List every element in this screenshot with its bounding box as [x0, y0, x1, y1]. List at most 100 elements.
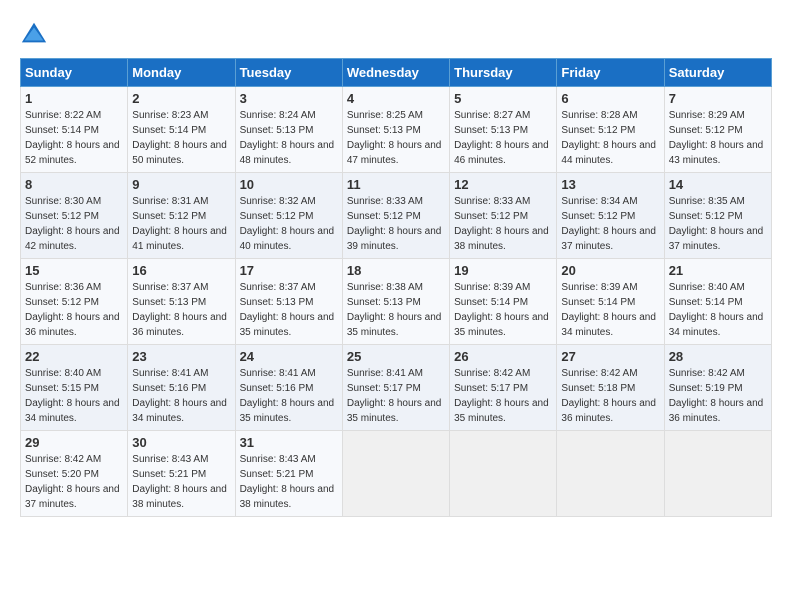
table-row: 20 Sunrise: 8:39 AM Sunset: 5:14 PM Dayl…	[557, 259, 664, 345]
sunset: Sunset: 5:12 PM	[454, 211, 528, 222]
daylight: Daylight: 8 hours and 36 minutes.	[132, 312, 227, 338]
calendar-header-row: Sunday Monday Tuesday Wednesday Thursday…	[21, 59, 772, 87]
sunset: Sunset: 5:12 PM	[25, 211, 99, 222]
table-row: 9 Sunrise: 8:31 AM Sunset: 5:12 PM Dayli…	[128, 173, 235, 259]
daylight: Daylight: 8 hours and 47 minutes.	[347, 140, 442, 166]
sunrise: Sunrise: 8:25 AM	[347, 110, 423, 121]
daylight: Daylight: 8 hours and 37 minutes.	[669, 226, 764, 252]
sunset: Sunset: 5:12 PM	[669, 125, 743, 136]
daylight: Daylight: 8 hours and 37 minutes.	[25, 484, 120, 510]
table-row	[557, 431, 664, 517]
sunset: Sunset: 5:12 PM	[25, 297, 99, 308]
daylight: Daylight: 8 hours and 39 minutes.	[347, 226, 442, 252]
sunrise: Sunrise: 8:29 AM	[669, 110, 745, 121]
sunrise: Sunrise: 8:35 AM	[669, 196, 745, 207]
daylight: Daylight: 8 hours and 36 minutes.	[561, 398, 656, 424]
table-row: 25 Sunrise: 8:41 AM Sunset: 5:17 PM Dayl…	[342, 345, 449, 431]
day-number: 28	[669, 349, 767, 364]
day-number: 17	[240, 263, 338, 278]
table-row: 15 Sunrise: 8:36 AM Sunset: 5:12 PM Dayl…	[21, 259, 128, 345]
table-row: 11 Sunrise: 8:33 AM Sunset: 5:12 PM Dayl…	[342, 173, 449, 259]
day-number: 18	[347, 263, 445, 278]
sunrise: Sunrise: 8:34 AM	[561, 196, 637, 207]
day-number: 13	[561, 177, 659, 192]
sunset: Sunset: 5:13 PM	[347, 297, 421, 308]
table-row: 21 Sunrise: 8:40 AM Sunset: 5:14 PM Dayl…	[664, 259, 771, 345]
day-number: 3	[240, 91, 338, 106]
sunset: Sunset: 5:17 PM	[454, 383, 528, 394]
daylight: Daylight: 8 hours and 38 minutes.	[240, 484, 335, 510]
sunrise: Sunrise: 8:38 AM	[347, 282, 423, 293]
sunset: Sunset: 5:13 PM	[347, 125, 421, 136]
sunset: Sunset: 5:14 PM	[25, 125, 99, 136]
day-number: 1	[25, 91, 123, 106]
col-sunday: Sunday	[21, 59, 128, 87]
sunset: Sunset: 5:13 PM	[454, 125, 528, 136]
daylight: Daylight: 8 hours and 37 minutes.	[561, 226, 656, 252]
day-number: 4	[347, 91, 445, 106]
table-row: 10 Sunrise: 8:32 AM Sunset: 5:12 PM Dayl…	[235, 173, 342, 259]
table-row: 17 Sunrise: 8:37 AM Sunset: 5:13 PM Dayl…	[235, 259, 342, 345]
sunrise: Sunrise: 8:37 AM	[240, 282, 316, 293]
daylight: Daylight: 8 hours and 50 minutes.	[132, 140, 227, 166]
day-number: 7	[669, 91, 767, 106]
daylight: Daylight: 8 hours and 38 minutes.	[132, 484, 227, 510]
day-number: 27	[561, 349, 659, 364]
table-row: 29 Sunrise: 8:42 AM Sunset: 5:20 PM Dayl…	[21, 431, 128, 517]
sunset: Sunset: 5:16 PM	[132, 383, 206, 394]
sunset: Sunset: 5:18 PM	[561, 383, 635, 394]
day-number: 5	[454, 91, 552, 106]
daylight: Daylight: 8 hours and 35 minutes.	[454, 398, 549, 424]
sunrise: Sunrise: 8:24 AM	[240, 110, 316, 121]
day-number: 19	[454, 263, 552, 278]
daylight: Daylight: 8 hours and 35 minutes.	[240, 398, 335, 424]
page-header	[20, 20, 772, 48]
daylight: Daylight: 8 hours and 36 minutes.	[25, 312, 120, 338]
sunset: Sunset: 5:20 PM	[25, 469, 99, 480]
calendar-week-row: 22 Sunrise: 8:40 AM Sunset: 5:15 PM Dayl…	[21, 345, 772, 431]
table-row	[342, 431, 449, 517]
table-row: 24 Sunrise: 8:41 AM Sunset: 5:16 PM Dayl…	[235, 345, 342, 431]
sunrise: Sunrise: 8:39 AM	[454, 282, 530, 293]
table-row: 6 Sunrise: 8:28 AM Sunset: 5:12 PM Dayli…	[557, 87, 664, 173]
sunrise: Sunrise: 8:22 AM	[25, 110, 101, 121]
daylight: Daylight: 8 hours and 34 minutes.	[25, 398, 120, 424]
sunrise: Sunrise: 8:27 AM	[454, 110, 530, 121]
sunset: Sunset: 5:13 PM	[240, 125, 314, 136]
day-number: 8	[25, 177, 123, 192]
sunset: Sunset: 5:12 PM	[240, 211, 314, 222]
col-saturday: Saturday	[664, 59, 771, 87]
sunset: Sunset: 5:12 PM	[132, 211, 206, 222]
sunrise: Sunrise: 8:39 AM	[561, 282, 637, 293]
daylight: Daylight: 8 hours and 44 minutes.	[561, 140, 656, 166]
day-number: 25	[347, 349, 445, 364]
sunset: Sunset: 5:14 PM	[669, 297, 743, 308]
sunrise: Sunrise: 8:40 AM	[669, 282, 745, 293]
sunset: Sunset: 5:19 PM	[669, 383, 743, 394]
table-row: 2 Sunrise: 8:23 AM Sunset: 5:14 PM Dayli…	[128, 87, 235, 173]
daylight: Daylight: 8 hours and 34 minutes.	[132, 398, 227, 424]
table-row	[450, 431, 557, 517]
table-row: 23 Sunrise: 8:41 AM Sunset: 5:16 PM Dayl…	[128, 345, 235, 431]
sunset: Sunset: 5:12 PM	[561, 125, 635, 136]
sunrise: Sunrise: 8:30 AM	[25, 196, 101, 207]
sunrise: Sunrise: 8:42 AM	[561, 368, 637, 379]
daylight: Daylight: 8 hours and 48 minutes.	[240, 140, 335, 166]
calendar-week-row: 1 Sunrise: 8:22 AM Sunset: 5:14 PM Dayli…	[21, 87, 772, 173]
sunrise: Sunrise: 8:37 AM	[132, 282, 208, 293]
day-number: 2	[132, 91, 230, 106]
sunrise: Sunrise: 8:36 AM	[25, 282, 101, 293]
calendar-table: Sunday Monday Tuesday Wednesday Thursday…	[20, 58, 772, 517]
sunset: Sunset: 5:21 PM	[240, 469, 314, 480]
sunrise: Sunrise: 8:28 AM	[561, 110, 637, 121]
day-number: 30	[132, 435, 230, 450]
sunset: Sunset: 5:14 PM	[561, 297, 635, 308]
col-tuesday: Tuesday	[235, 59, 342, 87]
col-wednesday: Wednesday	[342, 59, 449, 87]
calendar-week-row: 29 Sunrise: 8:42 AM Sunset: 5:20 PM Dayl…	[21, 431, 772, 517]
day-number: 23	[132, 349, 230, 364]
table-row: 31 Sunrise: 8:43 AM Sunset: 5:21 PM Dayl…	[235, 431, 342, 517]
table-row: 19 Sunrise: 8:39 AM Sunset: 5:14 PM Dayl…	[450, 259, 557, 345]
sunrise: Sunrise: 8:31 AM	[132, 196, 208, 207]
day-number: 10	[240, 177, 338, 192]
